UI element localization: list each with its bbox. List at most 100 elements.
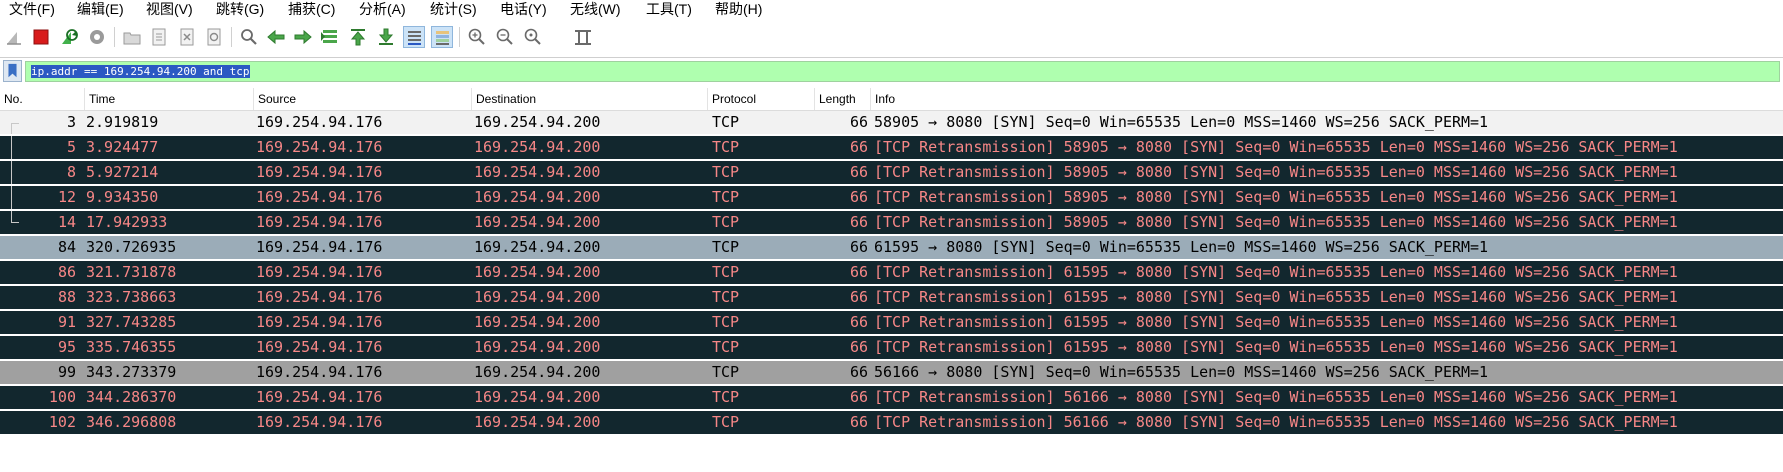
go-back-icon[interactable] <box>265 26 287 48</box>
menu-edit[interactable]: 编辑(E) <box>77 0 124 19</box>
packet-length: 66 <box>849 213 868 231</box>
packet-source: 169.254.94.176 <box>256 188 383 206</box>
open-file-icon[interactable] <box>121 26 143 48</box>
packet-row[interactable]: 12 9.934350 169.254.94.176 169.254.94.20… <box>0 186 1783 209</box>
menu-file[interactable]: 文件(F) <box>9 0 55 19</box>
packet-info: [TCP Retransmission] 56166 → 8080 [SYN] … <box>874 388 1678 406</box>
packet-destination: 169.254.94.200 <box>474 263 601 281</box>
menu-wireless[interactable]: 无线(W) <box>570 0 621 19</box>
main-toolbar <box>0 21 1783 53</box>
go-last-icon[interactable] <box>375 26 397 48</box>
resize-columns-icon[interactable] <box>572 26 594 48</box>
packet-protocol: TCP <box>712 313 740 331</box>
zoom-in-icon[interactable] <box>466 26 488 48</box>
packet-source: 169.254.94.176 <box>256 138 383 156</box>
packet-no: 88 <box>57 288 76 306</box>
packet-no: 8 <box>66 163 76 181</box>
packet-no: 100 <box>48 388 76 406</box>
packet-row[interactable]: 102 346.296808 169.254.94.176 169.254.94… <box>0 411 1783 434</box>
packet-info: [TCP Retransmission] 61595 → 8080 [SYN] … <box>874 263 1678 281</box>
restart-capture-icon[interactable] <box>58 26 80 48</box>
packet-time: 346.296808 <box>86 413 177 431</box>
packet-row[interactable]: 99 343.273379 169.254.94.176 169.254.94.… <box>0 361 1783 384</box>
packet-length: 66 <box>849 288 868 306</box>
zoom-out-icon[interactable] <box>494 26 516 48</box>
packet-time: 344.286370 <box>86 388 177 406</box>
capture-options-icon[interactable] <box>86 26 108 48</box>
packet-no: 99 <box>57 363 76 381</box>
zoom-normal-icon[interactable] <box>522 26 544 48</box>
go-forward-icon[interactable] <box>292 26 314 48</box>
menu-capture[interactable]: 捕获(C) <box>288 0 335 19</box>
packet-destination: 169.254.94.200 <box>474 238 601 256</box>
packet-length: 66 <box>849 338 868 356</box>
find-packet-icon[interactable] <box>238 26 260 48</box>
packet-length: 66 <box>849 313 868 331</box>
packet-destination: 169.254.94.200 <box>474 363 601 381</box>
menu-analyze[interactable]: 分析(A) <box>359 0 406 19</box>
packet-length: 66 <box>849 413 868 431</box>
go-first-icon[interactable] <box>347 26 369 48</box>
menu-statistics[interactable]: 统计(S) <box>430 0 477 19</box>
packet-time: 2.919819 <box>86 113 159 131</box>
stop-capture-icon[interactable] <box>30 26 52 48</box>
packet-length: 66 <box>849 138 868 156</box>
packet-source: 169.254.94.176 <box>256 288 383 306</box>
column-header-length[interactable]: Length <box>815 88 871 110</box>
close-file-icon[interactable] <box>176 26 198 48</box>
packet-row[interactable]: 91 327.743285 169.254.94.176 169.254.94.… <box>0 311 1783 334</box>
packet-time: 335.746355 <box>86 338 177 356</box>
packet-row[interactable]: 14 17.942933 169.254.94.176 169.254.94.2… <box>0 211 1783 234</box>
menu-go[interactable]: 跳转(G) <box>216 0 264 19</box>
column-header-time[interactable]: Time <box>85 88 254 110</box>
packet-info: [TCP Retransmission] 61595 → 8080 [SYN] … <box>874 338 1678 356</box>
packet-source: 169.254.94.176 <box>256 388 383 406</box>
menu-telephony[interactable]: 电话(Y) <box>500 0 547 19</box>
packet-protocol: TCP <box>712 388 740 406</box>
packet-length: 66 <box>849 238 868 256</box>
packet-protocol: TCP <box>712 413 740 431</box>
column-header-source[interactable]: Source <box>254 88 472 110</box>
packet-length: 66 <box>849 363 868 381</box>
packet-row[interactable]: 8 5.927214 169.254.94.176 169.254.94.200… <box>0 161 1783 184</box>
menu-tools[interactable]: 工具(T) <box>646 0 692 19</box>
packet-info: [TCP Retransmission] 58905 → 8080 [SYN] … <box>874 188 1678 206</box>
packet-row[interactable]: 84 320.726935 169.254.94.176 169.254.94.… <box>0 236 1783 259</box>
packet-destination: 169.254.94.200 <box>474 288 601 306</box>
menu-view[interactable]: 视图(V) <box>146 0 193 19</box>
column-header-info[interactable]: Info <box>871 88 1783 110</box>
packet-row[interactable]: 86 321.731878 169.254.94.176 169.254.94.… <box>0 261 1783 284</box>
packet-length: 66 <box>849 113 868 131</box>
colorize-icon[interactable] <box>431 26 453 48</box>
column-header-protocol[interactable]: Protocol <box>708 88 815 110</box>
column-header-destination[interactable]: Destination <box>472 88 708 110</box>
packet-no: 84 <box>57 238 76 256</box>
packet-row[interactable]: 3 2.919819 169.254.94.176 169.254.94.200… <box>0 111 1783 134</box>
save-file-icon[interactable] <box>148 26 170 48</box>
packet-destination: 169.254.94.200 <box>474 163 601 181</box>
packet-row[interactable]: 95 335.746355 169.254.94.176 169.254.94.… <box>0 336 1783 359</box>
packet-no: 95 <box>57 338 76 356</box>
shark-fin-start-icon[interactable] <box>3 26 25 48</box>
packet-protocol: TCP <box>712 188 740 206</box>
packet-protocol: TCP <box>712 338 740 356</box>
packet-info: 58905 → 8080 [SYN] Seq=0 Win=65535 Len=0… <box>874 113 1489 131</box>
packet-source: 169.254.94.176 <box>256 163 383 181</box>
column-header-no[interactable]: No. <box>0 88 85 110</box>
packet-row[interactable]: 5 3.924477 169.254.94.176 169.254.94.200… <box>0 136 1783 159</box>
packet-row[interactable]: 100 344.286370 169.254.94.176 169.254.94… <box>0 386 1783 409</box>
packet-length: 66 <box>849 188 868 206</box>
packet-info: [TCP Retransmission] 61595 → 8080 [SYN] … <box>874 288 1678 306</box>
packet-no: 86 <box>57 263 76 281</box>
go-to-packet-icon[interactable] <box>319 26 341 48</box>
menu-help[interactable]: 帮助(H) <box>715 0 762 19</box>
display-filter-input[interactable]: ip.addr == 169.254.94.200 and tcp <box>25 61 1780 82</box>
filter-bookmark-icon[interactable] <box>3 60 22 82</box>
packet-row[interactable]: 88 323.738663 169.254.94.176 169.254.94.… <box>0 286 1783 309</box>
packet-no: 3 <box>66 113 76 131</box>
autoscroll-icon[interactable] <box>403 26 425 48</box>
packet-protocol: TCP <box>712 363 740 381</box>
reload-icon[interactable] <box>203 26 225 48</box>
packet-protocol: TCP <box>712 288 740 306</box>
packet-time: 320.726935 <box>86 238 177 256</box>
